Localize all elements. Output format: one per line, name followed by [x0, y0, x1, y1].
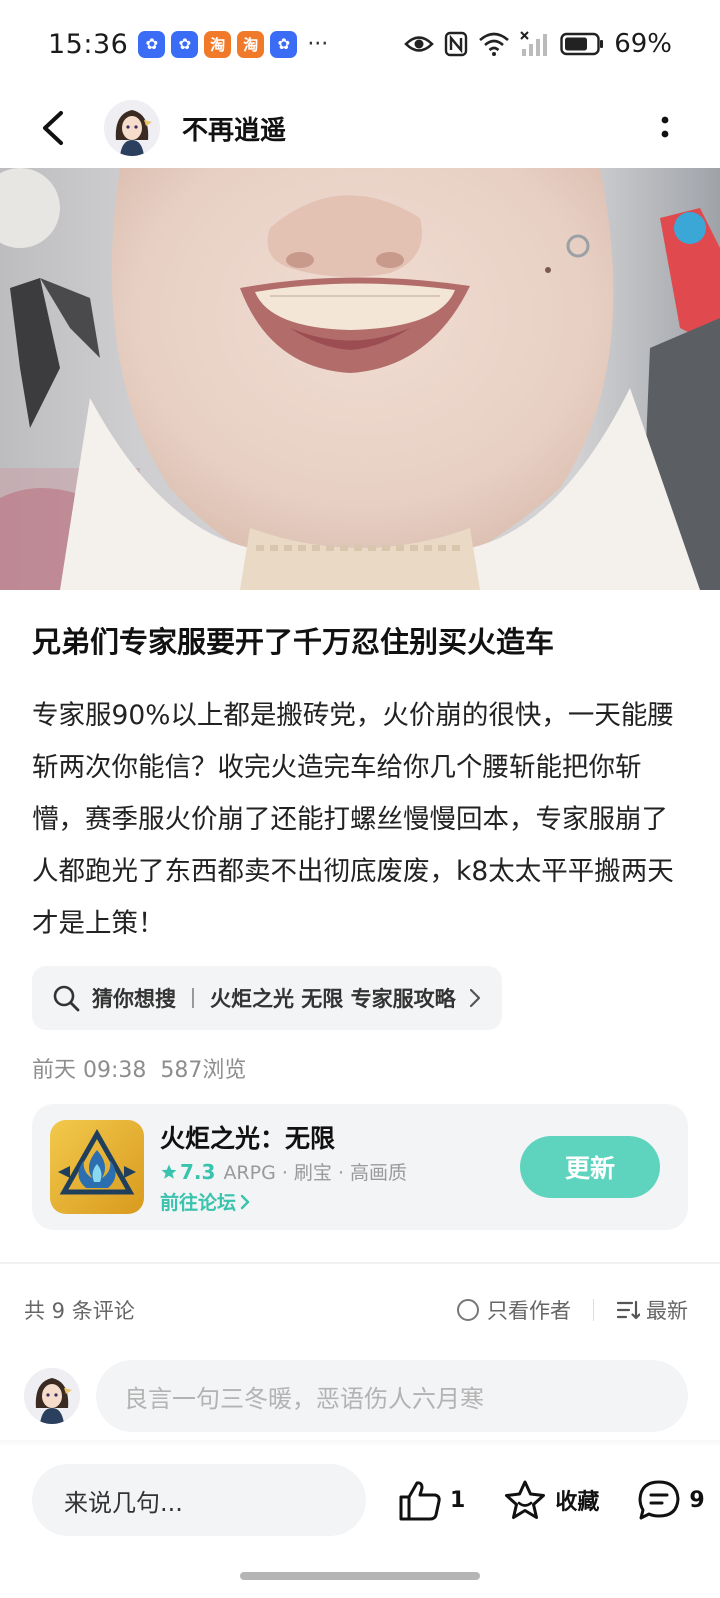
more-options-button[interactable] — [650, 103, 680, 153]
favorite-label: 收藏 — [555, 1490, 600, 1515]
more-vertical-icon — [661, 116, 669, 138]
app-blue-icon: ✿ — [138, 30, 166, 58]
like-button[interactable]: 1 — [398, 1479, 465, 1521]
update-button[interactable]: 更新 — [520, 1136, 660, 1198]
post-body: 专家服90%以上都是搬砖党，火价崩的很快，一天能腰斩两次你能信？收完火造完车给你… — [32, 700, 674, 939]
search-icon — [53, 985, 80, 1012]
chevron-left-icon — [43, 111, 63, 145]
comment-input[interactable]: 良言一句三冬暖，恶语伤人六月寒 — [96, 1360, 688, 1432]
comment-icon — [638, 1480, 680, 1520]
sort-latest-button[interactable]: 最新 — [616, 1295, 688, 1325]
notification-icons: ✿ ✿ 淘 淘 ✿ ··· — [138, 30, 329, 58]
anime-avatar-icon — [104, 100, 160, 156]
chevron-right-icon — [469, 988, 480, 1008]
status-bar: 15:36 ✿ ✿ 淘 淘 ✿ ··· 69% — [0, 0, 720, 88]
header-separator — [593, 1299, 594, 1321]
taobao-icon: 淘 — [237, 30, 265, 58]
search-suggestion[interactable]: 猜你想搜 火炬之光 无限 专家服攻略 — [32, 966, 502, 1030]
bottom-action-bar: 来说几句... 1 收藏 9 — [0, 1460, 720, 1540]
comments-button[interactable]: 9 — [637, 1479, 705, 1521]
bottom-shadow — [0, 1440, 720, 1448]
taobao-icon: 淘 — [204, 30, 232, 58]
eye-icon — [404, 36, 435, 52]
status-time: 15:36 — [48, 28, 129, 60]
post-time: 前天 09:38 — [32, 1058, 147, 1083]
radio-icon — [457, 1299, 479, 1321]
more-notifications-icon: ··· — [307, 31, 329, 57]
author-only-toggle[interactable]: 只看作者 — [457, 1295, 571, 1325]
game-info: 火炬之光：无限 7.3 ARPG · 刷宝 · 高画质 前往论坛 — [160, 1119, 407, 1215]
like-count: 1 — [450, 1487, 466, 1513]
nfc-icon — [445, 31, 468, 57]
section-divider — [0, 1262, 720, 1264]
author-only-label: 只看作者 — [487, 1299, 571, 1323]
post-title: 兄弟们专家服要开了千万忍住别买火造车 — [32, 625, 555, 659]
favorite-button[interactable]: 收藏 — [503, 1479, 599, 1521]
chevron-right-icon — [240, 1194, 250, 1209]
forum-link-label: 前往论坛 — [160, 1192, 237, 1214]
sort-latest-label: 最新 — [646, 1299, 688, 1323]
forum-link[interactable]: 前往论坛 — [160, 1188, 407, 1215]
sort-icon — [616, 1300, 640, 1320]
suggestion-divider — [192, 988, 194, 1008]
author-avatar[interactable] — [104, 100, 160, 156]
say-something-input[interactable]: 来说几句... — [32, 1464, 366, 1536]
thumbs-up-icon — [399, 1481, 441, 1521]
signal-icon — [520, 31, 548, 56]
status-right: 69% — [404, 29, 672, 59]
comment-count: 共 9 条评论 — [24, 1299, 135, 1323]
post-views: 587浏览 — [160, 1058, 247, 1083]
post-meta: 前天 09:38 587浏览 — [32, 1052, 246, 1084]
app-blue-icon: ✿ — [171, 30, 199, 58]
comment-total: 9 — [689, 1487, 705, 1513]
star-outline-icon — [505, 1480, 546, 1519]
post-image[interactable] — [0, 168, 720, 590]
comment-input-row: 良言一句三冬暖，恶语伤人六月寒 — [24, 1360, 688, 1432]
app-blue-icon: ✿ — [270, 30, 298, 58]
comments-header: 共 9 条评论 只看作者 最新 — [24, 1290, 688, 1330]
user-avatar — [24, 1368, 80, 1424]
suggestion-title: 猜你想搜 — [92, 987, 176, 1011]
game-card[interactable]: 火炬之光：无限 7.3 ARPG · 刷宝 · 高画质 前往论坛 更新 — [32, 1104, 688, 1230]
author-name[interactable]: 不再逍遥 — [182, 110, 286, 147]
back-button[interactable] — [22, 98, 82, 158]
battery-percent: 69% — [614, 29, 672, 59]
wifi-icon — [479, 32, 510, 56]
star-icon — [161, 1164, 177, 1179]
game-rating-value: 7.3 — [180, 1159, 216, 1184]
torchlight-logo-icon — [50, 1120, 144, 1214]
anime-avatar-icon — [24, 1368, 80, 1424]
nav-bar: 不再逍遥 — [0, 88, 720, 168]
game-name: 火炬之光：无限 — [160, 1124, 336, 1153]
home-indicator[interactable] — [240, 1572, 480, 1580]
game-stats: 7.3 ARPG · 刷宝 · 高画质 — [160, 1158, 407, 1185]
game-rating: 7.3 — [160, 1160, 215, 1184]
battery-icon — [560, 32, 604, 56]
game-icon[interactable] — [50, 1120, 144, 1214]
smiling-face-photo — [0, 168, 720, 590]
suggestion-query: 火炬之光 无限 专家服攻略 — [210, 987, 456, 1011]
game-tags: ARPG · 刷宝 · 高画质 — [223, 1162, 408, 1184]
